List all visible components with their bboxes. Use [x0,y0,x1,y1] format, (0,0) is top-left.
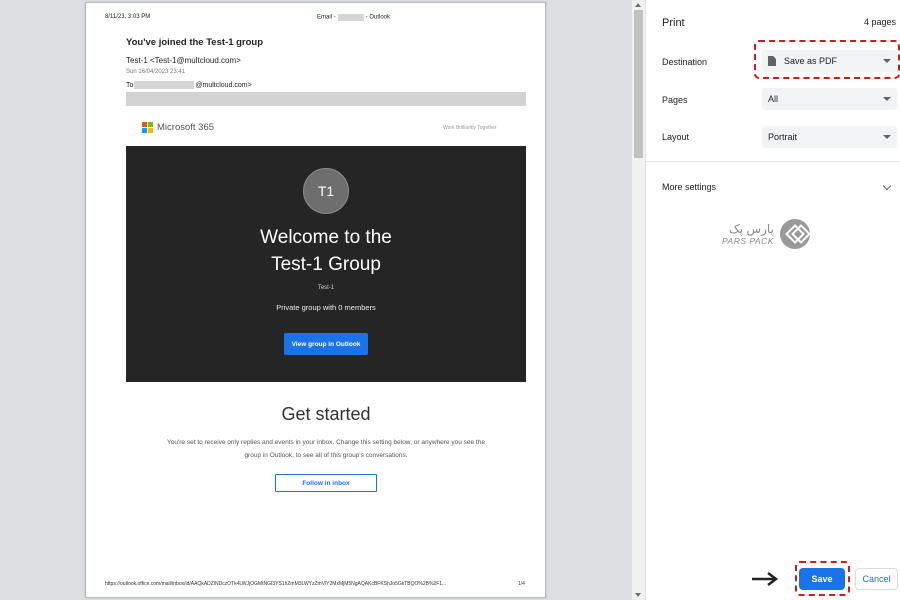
arrow-right-icon [752,572,779,586]
scroll-down-icon[interactable] [635,593,641,597]
page-count: 4 pages [863,17,896,27]
redaction-block [134,81,195,89]
parspack-logo-icon [779,219,810,249]
group-members-text: Private group with 0 members [276,303,376,312]
print-dialog: 8/11/23, 3:03 PM Email - - Outlook You've… [0,0,900,600]
pages-select[interactable]: All [762,88,897,110]
page-header-title-prefix: Email - [317,14,336,21]
preview-page: 8/11/23, 3:03 PM Email - - Outlook You've… [85,2,546,598]
email-to-suffix: @multcloud.com> [195,81,252,89]
microsoft-logo-icon [142,122,153,133]
layout-value: Portrait [768,132,798,142]
email-to-prefix: To [126,81,134,89]
destination-highlight [754,40,900,79]
save-highlight [795,561,850,596]
welcome-hero: T1 Welcome to the Test-1 Group Test-1 Pr… [126,146,526,382]
redaction-block [337,14,364,21]
welcome-heading: Welcome to the Test-1 Group [126,224,526,278]
group-avatar: T1 [303,168,349,214]
cancel-button[interactable]: Cancel [855,568,898,590]
caret-down-icon [883,135,891,139]
chevron-down-icon[interactable] [882,181,892,191]
brand-name: Microsoft 365 [157,122,215,133]
parspack-watermark: پارس پک PARS PACK [722,219,810,249]
page-footer-number: 1/4 [518,581,525,587]
scroll-thumb[interactable] [634,10,643,158]
get-started-heading: Get started [281,404,371,424]
layout-select[interactable]: Portrait [762,126,897,148]
destination-label: Destination [662,57,708,67]
scroll-up-icon[interactable] [635,3,641,7]
preview-scrollbar[interactable] [632,0,645,600]
welcome-line-2: Test-1 Group [271,254,381,275]
more-settings-toggle[interactable]: More settings [662,182,716,192]
brand-tagline: Work Brilliantly Together [443,125,497,131]
watermark-text-en: PARS PACK [722,236,774,246]
email-from: Test-1 <Test-1@multcloud.com> [126,56,241,65]
email-to: To @multcloud.com> [126,81,252,89]
email-subject: You've joined the Test-1 group [126,37,264,48]
page-header-title-suffix: - Outlook [365,14,391,21]
welcome-line-1: Welcome to the [260,227,392,248]
layout-label: Layout [662,132,690,142]
page-footer-url: https://outlook.office.com/mail/inbox/id… [105,581,447,587]
follow-in-inbox-button[interactable]: Follow in inbox [275,474,377,492]
view-group-button[interactable]: View group in Outlook [284,333,368,355]
page-header-title: Email - - Outlook [317,14,390,21]
print-title: Print [662,17,685,29]
page-header-date: 8/11/23, 3:03 PM [105,14,151,20]
print-preview-area: 8/11/23, 3:03 PM Email - - Outlook You've… [0,0,632,600]
redacted-banner [126,92,526,106]
email-date: Sun 16/04/2023 23:41 [126,69,186,75]
group-alias: Test-1 [317,285,335,291]
get-started-body: You're set to receive only replies and e… [167,439,485,459]
pages-value: All [768,94,779,104]
divider [646,161,900,162]
caret-down-icon [883,97,891,101]
watermark-text-fa: پارس پک [729,222,774,236]
microsoft-365-logo: Microsoft 365 [142,122,214,133]
pages-label: Pages [662,95,688,105]
print-settings-panel: Print 4 pages Destination Save as PDF Pa… [645,0,900,600]
